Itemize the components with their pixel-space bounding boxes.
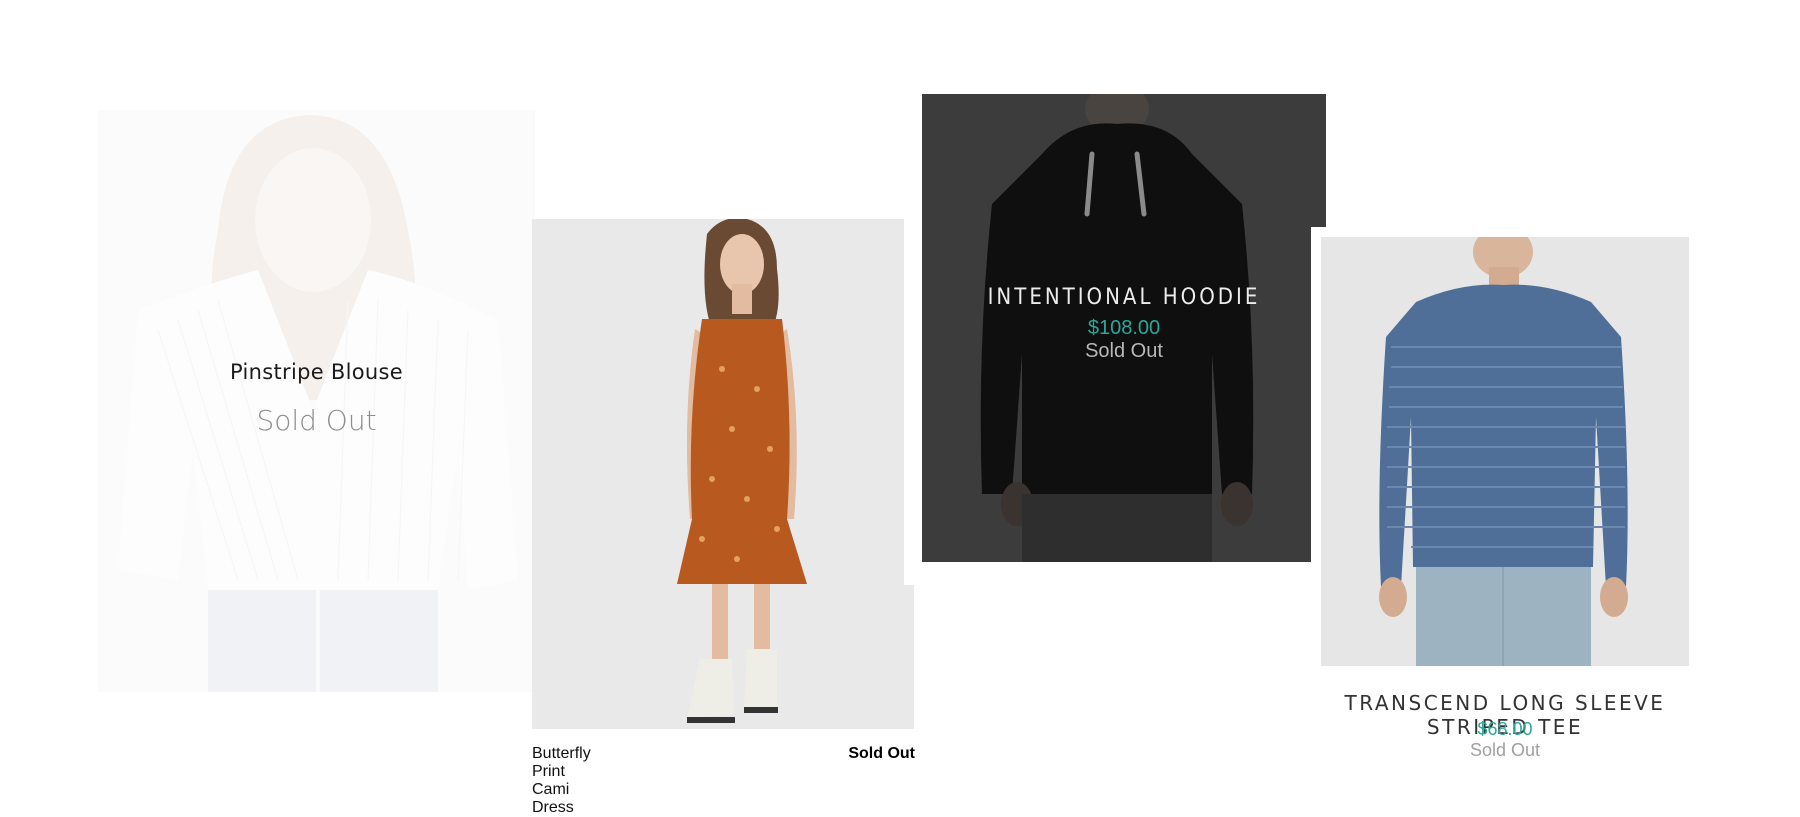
product-title[interactable]: Pinstripe Blouse: [98, 360, 535, 384]
sold-out-label: Sold Out: [256, 404, 377, 437]
sold-out-label: Sold Out: [1085, 340, 1163, 362]
product-price: $108.00: [1087, 317, 1161, 339]
product-image[interactable]: [532, 219, 914, 729]
product-image[interactable]: [1321, 237, 1689, 666]
sold-out-label: Sold Out: [848, 745, 915, 762]
image-fade-overlay: [98, 110, 535, 692]
product-image[interactable]: [98, 110, 535, 692]
image-notch: [904, 219, 916, 585]
sold-out-label: Sold Out: [1469, 740, 1541, 760]
product-title[interactable]: INTENTIONAL HOODIE: [922, 285, 1326, 310]
product-title[interactable]: Butterfly Print Cami Dress: [532, 745, 591, 817]
product-price: $68.00: [1477, 719, 1533, 739]
